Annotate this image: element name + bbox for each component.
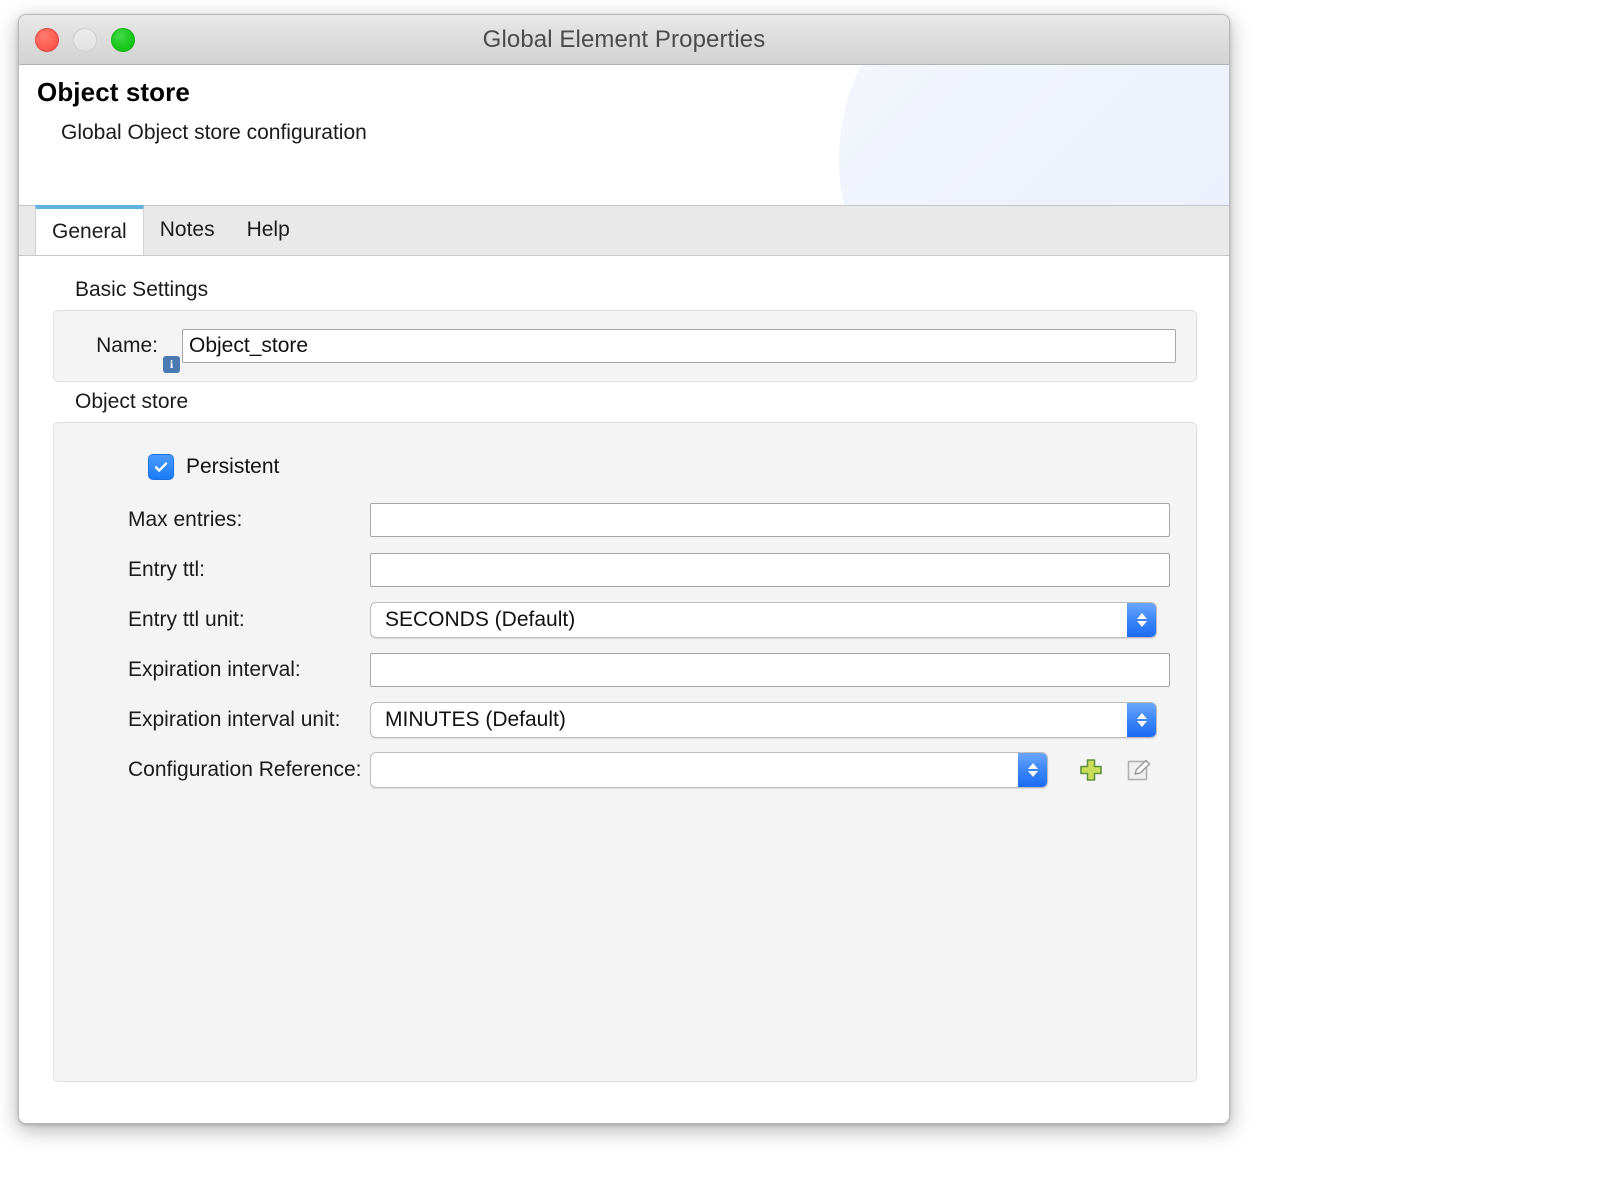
entry-ttl-label: Entry ttl: [70,558,370,582]
row-entry-ttl-unit: Entry ttl unit: SECONDS (Default) [70,595,1180,644]
window-title: Global Element Properties [483,26,766,54]
zoom-button[interactable] [111,28,135,52]
header-decoration-arc-inner [839,65,1229,206]
tab-help[interactable]: Help [231,205,306,255]
screen-root: Global Element Properties Object store G… [0,0,1620,1188]
entry-ttl-unit-select[interactable]: SECONDS (Default) [370,602,1157,638]
expiration-interval-unit-select[interactable]: MINUTES (Default) [370,702,1157,738]
object-store-group: Persistent Max entries: Entry ttl: Entry… [53,422,1197,1082]
configuration-reference-select[interactable] [370,752,1048,788]
edit-configuration-button[interactable] [1124,755,1154,785]
info-icon[interactable]: i [163,356,180,373]
tab-bar: General Notes Help [19,206,1229,256]
row-entry-ttl: Entry ttl: [70,545,1180,594]
chevron-up-down-icon[interactable] [1018,753,1047,787]
persistent-label: Persistent [186,455,279,479]
add-configuration-button[interactable] [1076,755,1106,785]
chevron-up-down-icon[interactable] [1127,603,1156,637]
row-max-entries: Max entries: [70,495,1180,544]
page-subtitle: Global Object store configuration [61,121,367,145]
name-input[interactable]: Object_store [182,329,1176,363]
general-tab-panel: Basic Settings Name: i Object_store Obje… [19,256,1229,1123]
chevron-up-down-icon[interactable] [1127,703,1156,737]
minimize-button[interactable] [73,28,97,52]
close-button[interactable] [35,28,59,52]
tab-general-label: General [52,220,127,244]
global-element-properties-window: Global Element Properties Object store G… [18,14,1230,1124]
basic-settings-group-label: Basic Settings [75,278,1211,302]
persistent-checkbox[interactable] [148,454,174,480]
entry-ttl-unit-value: SECONDS (Default) [371,608,1127,632]
entry-ttl-unit-label: Entry ttl unit: [70,608,370,632]
entry-ttl-input[interactable] [370,553,1170,587]
object-store-group-label: Object store [75,390,1211,414]
name-label: Name: [70,334,158,358]
max-entries-label: Max entries: [70,508,370,532]
expiration-interval-input[interactable] [370,653,1170,687]
plus-icon [1078,757,1104,783]
row-expiration-interval-unit: Expiration interval unit: MINUTES (Defau… [70,695,1180,744]
tab-notes[interactable]: Notes [144,205,231,255]
basic-settings-group: Name: i Object_store [53,310,1197,382]
window-controls [35,15,135,64]
configuration-reference-label: Configuration Reference: [70,758,370,782]
tab-general[interactable]: General [35,205,144,255]
persistent-checkbox-row[interactable]: Persistent [70,445,1180,489]
dialog-header: Object store Global Object store configu… [19,65,1229,206]
expiration-interval-label: Expiration interval: [70,658,370,682]
tab-notes-label: Notes [160,218,215,242]
window-titlebar: Global Element Properties [19,15,1229,65]
expiration-interval-unit-value: MINUTES (Default) [371,708,1127,732]
expiration-interval-unit-label: Expiration interval unit: [70,708,370,732]
edit-pencil-icon [1126,757,1152,783]
page-title: Object store [37,77,190,108]
tab-help-label: Help [247,218,290,242]
max-entries-input[interactable] [370,503,1170,537]
row-expiration-interval: Expiration interval: [70,645,1180,694]
row-configuration-reference: Configuration Reference: [70,745,1180,794]
